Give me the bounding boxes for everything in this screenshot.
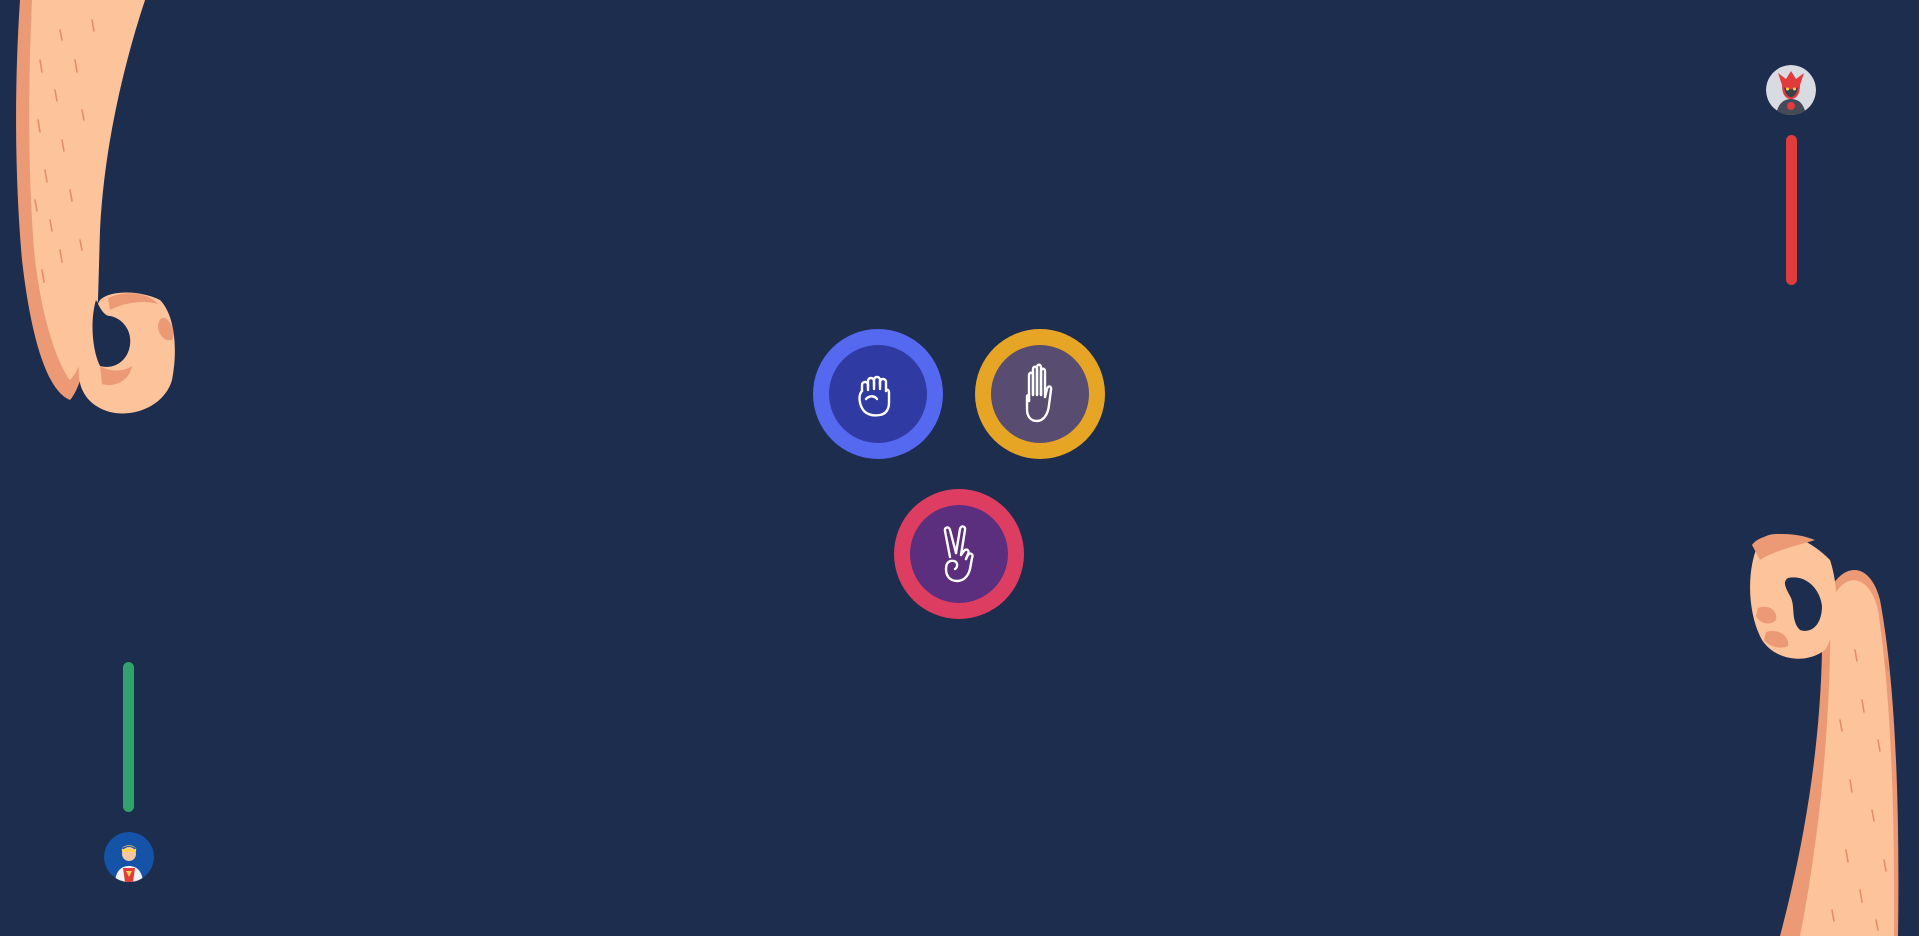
player-health-bar: [123, 662, 134, 812]
peace-sign-icon: [943, 525, 974, 583]
rock-choice-button[interactable]: [813, 329, 943, 459]
superhero-avatar-icon: [104, 832, 154, 882]
villain-avatar-icon: [1766, 65, 1816, 115]
fist-icon: [858, 375, 891, 417]
opponent-health-bar: [1786, 135, 1797, 285]
player-hand-icon: [1750, 533, 1899, 936]
open-hand-icon: [1025, 363, 1053, 423]
scissors-choice-button[interactable]: [894, 489, 1024, 619]
paper-choice-button[interactable]: [975, 329, 1105, 459]
